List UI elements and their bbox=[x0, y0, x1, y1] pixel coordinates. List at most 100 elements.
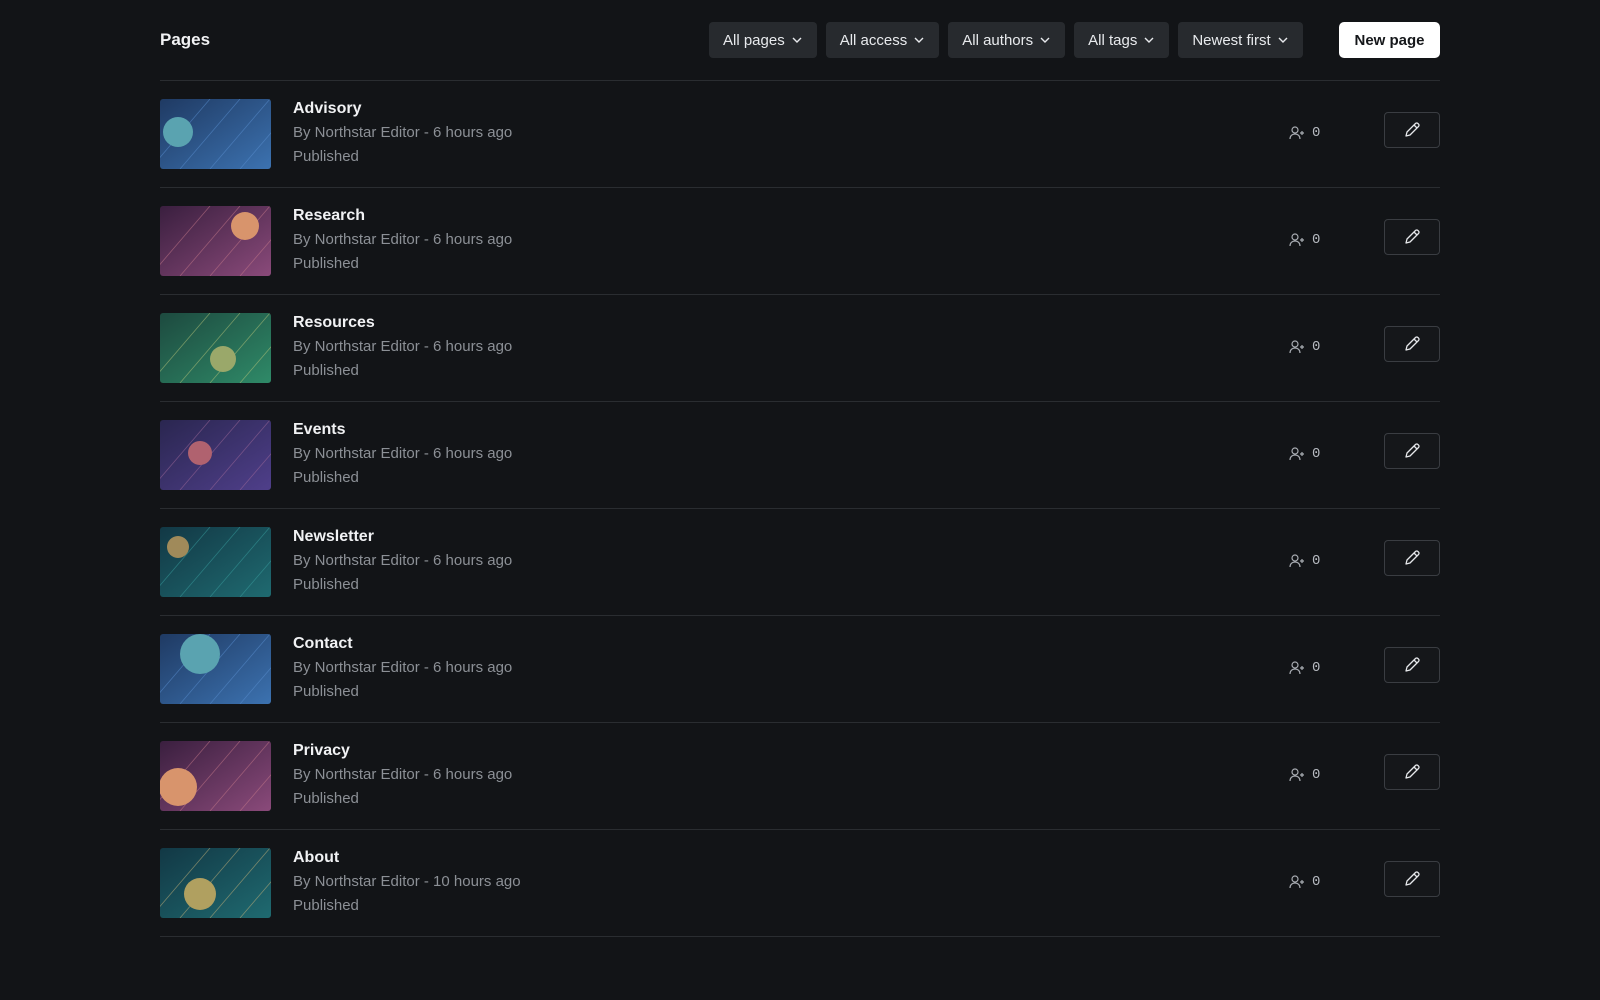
page-thumbnail bbox=[160, 741, 271, 811]
new-page-button[interactable]: New page bbox=[1339, 22, 1440, 58]
filter-label: All pages bbox=[723, 31, 785, 49]
chevron-down-icon bbox=[1040, 37, 1050, 43]
page-title: Pages bbox=[160, 30, 211, 49]
add-user-icon bbox=[1289, 447, 1304, 461]
page-title-link[interactable]: About bbox=[293, 849, 339, 867]
page-row[interactable]: Resources By Northstar Editor - 6 hours … bbox=[160, 295, 1440, 402]
filter-label: All authors bbox=[962, 31, 1034, 49]
page-title-link[interactable]: Research bbox=[293, 207, 365, 225]
status-label: Published bbox=[293, 897, 359, 914]
status-label: Published bbox=[293, 790, 359, 807]
status-label: Published bbox=[293, 683, 359, 700]
members-count-value: 0 bbox=[1312, 660, 1321, 676]
status-label: Published bbox=[293, 148, 359, 165]
page-thumbnail bbox=[160, 420, 271, 490]
pencil-icon bbox=[1405, 764, 1420, 779]
chevron-down-icon bbox=[914, 37, 924, 43]
edit-page-button[interactable] bbox=[1384, 433, 1440, 469]
chevron-down-icon bbox=[1144, 37, 1154, 43]
add-user-icon bbox=[1289, 661, 1304, 675]
page-author-time: By Northstar Editor - 6 hours ago bbox=[293, 338, 513, 355]
pencil-icon bbox=[1405, 122, 1420, 137]
page-author-time: By Northstar Editor - 6 hours ago bbox=[293, 231, 513, 248]
pencil-icon bbox=[1405, 336, 1420, 351]
add-user-icon bbox=[1289, 340, 1304, 354]
page-thumbnail-image bbox=[160, 527, 271, 597]
page-author-time: By Northstar Editor - 6 hours ago bbox=[293, 659, 513, 676]
page-title-link[interactable]: Events bbox=[293, 421, 345, 439]
members-count: 0 bbox=[1289, 660, 1320, 676]
page-thumbnail-image bbox=[160, 848, 271, 918]
members-count-value: 0 bbox=[1312, 232, 1321, 248]
add-user-icon bbox=[1289, 233, 1304, 247]
page-row[interactable]: Contact By Northstar Editor - 6 hours ag… bbox=[160, 616, 1440, 723]
chevron-down-icon bbox=[792, 37, 802, 43]
page-thumbnail bbox=[160, 99, 271, 169]
pages-header: Pages All pages All access All authors A… bbox=[160, 0, 1440, 81]
page-row[interactable]: Events By Northstar Editor - 6 hours ago… bbox=[160, 402, 1440, 509]
page-thumbnail bbox=[160, 527, 271, 597]
pages-list: Advisory By Northstar Editor - 6 hours a… bbox=[160, 81, 1440, 937]
members-count: 0 bbox=[1289, 125, 1320, 141]
page-row[interactable]: Advisory By Northstar Editor - 6 hours a… bbox=[160, 81, 1440, 188]
page-thumbnail bbox=[160, 848, 271, 918]
status-label: Published bbox=[293, 576, 359, 593]
members-count: 0 bbox=[1289, 446, 1320, 462]
page-row[interactable]: Newsletter By Northstar Editor - 6 hours… bbox=[160, 509, 1440, 616]
add-user-icon bbox=[1289, 554, 1304, 568]
members-count-value: 0 bbox=[1312, 767, 1321, 783]
page-author-time: By Northstar Editor - 10 hours ago bbox=[293, 873, 521, 890]
page-title-link[interactable]: Resources bbox=[293, 314, 375, 332]
members-count: 0 bbox=[1289, 232, 1320, 248]
filter-access-dropdown[interactable]: All access bbox=[825, 22, 940, 58]
add-user-icon bbox=[1289, 126, 1304, 140]
page-thumbnail bbox=[160, 634, 271, 704]
status-label: Published bbox=[293, 469, 359, 486]
status-label: Published bbox=[293, 255, 359, 272]
members-count-value: 0 bbox=[1312, 125, 1321, 141]
add-user-icon bbox=[1289, 768, 1304, 782]
edit-page-button[interactable] bbox=[1384, 861, 1440, 897]
page-title-link[interactable]: Privacy bbox=[293, 742, 350, 760]
pencil-icon bbox=[1405, 657, 1420, 672]
page-row[interactable]: About By Northstar Editor - 10 hours ago… bbox=[160, 830, 1440, 937]
members-count: 0 bbox=[1289, 339, 1320, 355]
filter-tags-dropdown[interactable]: All tags bbox=[1074, 22, 1170, 58]
edit-page-button[interactable] bbox=[1384, 219, 1440, 255]
page-row[interactable]: Privacy By Northstar Editor - 6 hours ag… bbox=[160, 723, 1440, 830]
edit-page-button[interactable] bbox=[1384, 326, 1440, 362]
pages-list-container: Pages All pages All access All authors A… bbox=[160, 0, 1440, 937]
page-title-link[interactable]: Contact bbox=[293, 635, 353, 653]
members-count: 0 bbox=[1289, 874, 1320, 890]
edit-page-button[interactable] bbox=[1384, 540, 1440, 576]
sort-order-dropdown[interactable]: Newest first bbox=[1178, 22, 1303, 58]
members-count: 0 bbox=[1289, 553, 1320, 569]
edit-page-button[interactable] bbox=[1384, 112, 1440, 148]
members-count-value: 0 bbox=[1312, 874, 1321, 890]
filter-pages-dropdown[interactable]: All pages bbox=[709, 22, 817, 58]
filter-authors-dropdown[interactable]: All authors bbox=[948, 22, 1066, 58]
page-author-time: By Northstar Editor - 6 hours ago bbox=[293, 766, 513, 783]
page-thumbnail-image bbox=[160, 634, 271, 704]
members-count: 0 bbox=[1289, 767, 1320, 783]
pencil-icon bbox=[1405, 229, 1420, 244]
status-label: Published bbox=[293, 362, 359, 379]
page-thumbnail bbox=[160, 313, 271, 383]
edit-page-button[interactable] bbox=[1384, 754, 1440, 790]
filter-label: Newest first bbox=[1192, 31, 1271, 49]
page-thumbnail-image bbox=[160, 741, 271, 811]
members-count-value: 0 bbox=[1312, 446, 1321, 462]
page-thumbnail-image bbox=[160, 206, 271, 276]
filter-label: All tags bbox=[1088, 31, 1138, 49]
page-thumbnail-image bbox=[160, 420, 271, 490]
page-row[interactable]: Research By Northstar Editor - 6 hours a… bbox=[160, 188, 1440, 295]
edit-page-button[interactable] bbox=[1384, 647, 1440, 683]
page-author-time: By Northstar Editor - 6 hours ago bbox=[293, 445, 513, 462]
page-title-link[interactable]: Advisory bbox=[293, 100, 361, 118]
page-thumbnail-image bbox=[160, 99, 271, 169]
filter-label: All access bbox=[839, 31, 908, 49]
pencil-icon bbox=[1405, 550, 1420, 565]
page-thumbnail-image bbox=[160, 313, 271, 383]
pencil-icon bbox=[1405, 871, 1420, 886]
page-title-link[interactable]: Newsletter bbox=[293, 528, 374, 546]
